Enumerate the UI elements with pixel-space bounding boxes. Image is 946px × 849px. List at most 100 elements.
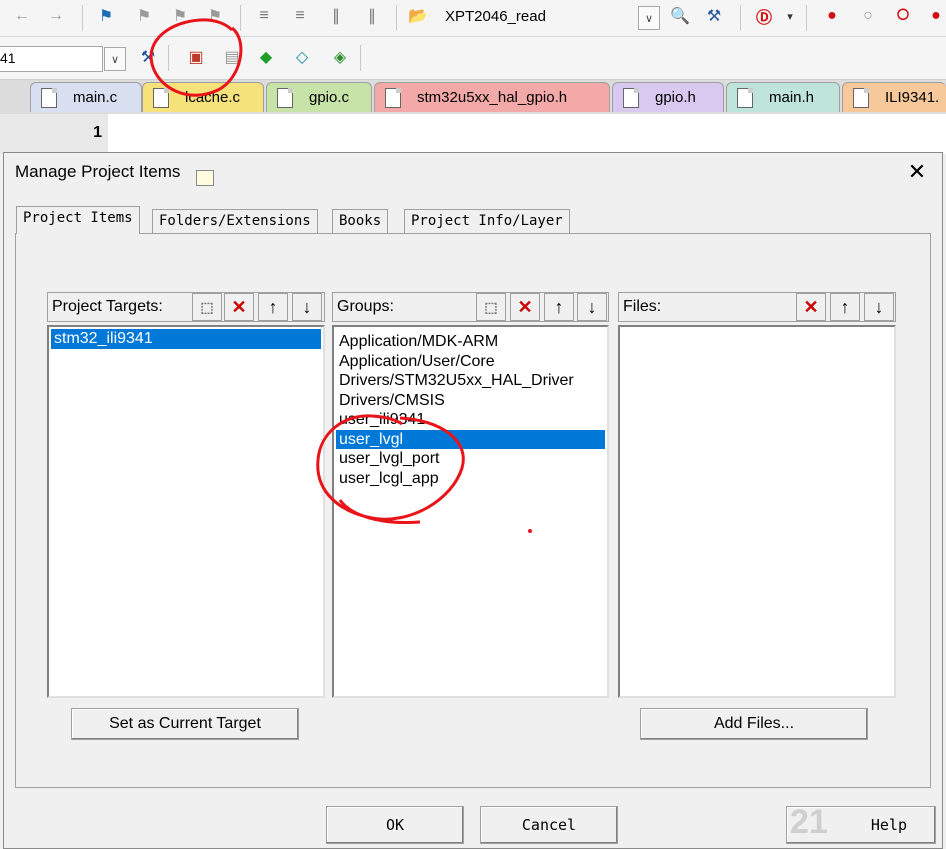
- manage-project-items-icon[interactable]: ▣: [186, 47, 206, 67]
- toolbar-separator: [360, 45, 361, 71]
- line-number-gutter: 1: [0, 114, 108, 154]
- file-tab-gpio-c[interactable]: gpio.c: [266, 82, 372, 112]
- forward-arrow-icon[interactable]: →: [46, 6, 66, 26]
- target-combo[interactable]: 41: [0, 46, 103, 72]
- file-icon: [277, 87, 293, 108]
- move-file-up-icon[interactable]: ↑: [830, 293, 860, 321]
- debug-dropdown-icon[interactable]: ▾: [780, 6, 800, 26]
- toolbar-separator: [82, 5, 83, 31]
- new-target-icon[interactable]: ⬚: [192, 293, 222, 321]
- delete-file-icon[interactable]: ✕: [796, 293, 826, 321]
- incremental-find-icon[interactable]: 🔍: [670, 6, 690, 26]
- back-arrow-icon[interactable]: ←: [12, 6, 32, 26]
- disable-breakpoint-icon[interactable]: ○: [858, 6, 878, 26]
- file-tab-stm32u5xx-hal-gpio-h[interactable]: stm32u5xx_hal_gpio.h: [374, 82, 610, 112]
- toolbar-separator: [806, 5, 807, 31]
- unindent-icon[interactable]: ≡: [290, 6, 310, 26]
- ok-button[interactable]: OK: [326, 806, 464, 844]
- file-tab-label: lcache.c: [185, 89, 241, 106]
- line-number: 1: [93, 124, 102, 141]
- move-file-down-icon[interactable]: ↓: [864, 293, 894, 321]
- project-combo[interactable]: XPT2046_read: [440, 5, 636, 29]
- target-options-icon[interactable]: ⚒: [138, 47, 158, 67]
- list-item[interactable]: user_lvgl: [336, 429, 605, 449]
- tab-folders-extensions[interactable]: Folders/Extensions: [152, 209, 318, 234]
- list-item[interactable]: Application/MDK-ARM: [336, 332, 605, 352]
- dialog-title: Manage Project Items: [15, 162, 181, 181]
- groups-list[interactable]: Application/MDK-ARM Application/User/Cor…: [332, 325, 609, 698]
- file-tab-main-h[interactable]: main.h: [726, 82, 840, 112]
- tab-books[interactable]: Books: [332, 209, 389, 234]
- toolbar-separator: [396, 5, 397, 31]
- find-symbol-icon[interactable]: ⚒: [704, 6, 724, 26]
- file-tab-main-c[interactable]: main.c: [30, 82, 142, 112]
- list-item[interactable]: Application/User/Core: [336, 352, 605, 372]
- file-tab-label: stm32u5xx_hal_gpio.h: [417, 89, 568, 106]
- bookmark-flag-icon[interactable]: ⚑: [96, 6, 116, 26]
- file-icon: [385, 87, 401, 108]
- file-tab-label: gpio.h: [655, 89, 696, 106]
- comment-icon[interactable]: ∥: [326, 6, 346, 26]
- list-item[interactable]: Drivers/STM32U5xx_HAL_Driver: [336, 371, 605, 391]
- cancel-button[interactable]: Cancel: [480, 806, 618, 844]
- project-combo-dropdown-icon[interactable]: ∨: [638, 6, 660, 30]
- file-tab-gpio-h[interactable]: gpio.h: [612, 82, 724, 112]
- file-icon: [153, 87, 169, 108]
- uncomment-icon[interactable]: ∥: [362, 6, 382, 26]
- toolbar-separator: [740, 5, 741, 31]
- kill-breakpoints-icon[interactable]: ●: [926, 6, 946, 26]
- select-packs-icon[interactable]: ▤: [222, 47, 242, 67]
- file-tab-lcache-c[interactable]: lcache.c: [142, 82, 264, 112]
- list-item[interactable]: stm32_ili9341: [51, 329, 321, 349]
- set-as-current-target-button[interactable]: Set as Current Target: [71, 708, 299, 740]
- delete-target-icon[interactable]: ✕: [224, 293, 254, 321]
- code-editor[interactable]: [0, 114, 946, 154]
- target-combo-value: 41: [0, 50, 16, 66]
- move-target-up-icon[interactable]: ↑: [258, 293, 288, 321]
- dialog-title-icon: [196, 170, 214, 186]
- manage-rte-icon[interactable]: ◆: [256, 47, 276, 67]
- targets-list[interactable]: stm32_ili9341: [47, 325, 325, 698]
- list-item[interactable]: user_ili9341: [336, 410, 605, 430]
- tab-label: Project Items: [23, 210, 133, 226]
- button-label: Help: [870, 816, 907, 834]
- file-tab-label: ILI9341.: [885, 89, 940, 106]
- file-tab-ili9341[interactable]: ILI9341.: [842, 82, 946, 112]
- toolbar-separator: [240, 5, 241, 31]
- debug-session-icon[interactable]: Ⓓ: [754, 6, 774, 27]
- project-combo-value: XPT2046_read: [445, 8, 546, 25]
- list-item[interactable]: Drivers/CMSIS: [336, 391, 605, 411]
- next-bookmark-icon[interactable]: ⚑: [170, 6, 190, 26]
- pack-installer-icon[interactable]: ◇: [292, 47, 312, 67]
- target-combo-dropdown-icon[interactable]: ∨: [104, 47, 126, 71]
- find-in-files-icon[interactable]: 📂: [408, 6, 428, 26]
- tab-project-info-layer[interactable]: Project Info/Layer: [404, 209, 570, 234]
- delete-group-icon[interactable]: ✕: [510, 293, 540, 321]
- tab-label: Project Info/Layer: [411, 213, 563, 229]
- list-item[interactable]: user_lvgl_port: [336, 449, 605, 469]
- move-group-down-icon[interactable]: ↓: [577, 293, 607, 321]
- prev-bookmark-icon[interactable]: ⚑: [134, 6, 154, 26]
- move-target-down-icon[interactable]: ↓: [292, 293, 322, 321]
- tab-label: Books: [339, 213, 382, 229]
- add-files-button[interactable]: Add Files...: [640, 708, 868, 740]
- disable-all-breakpoints-icon[interactable]: ⭘: [893, 6, 913, 26]
- files-list[interactable]: [618, 325, 896, 698]
- file-tab-label: main.c: [73, 89, 118, 106]
- button-label: Add Files...: [713, 715, 795, 732]
- watermark-logo: 21: [790, 803, 828, 841]
- move-group-up-icon[interactable]: ↑: [544, 293, 574, 321]
- file-icon: [853, 87, 869, 108]
- close-icon[interactable]: ✕: [905, 160, 929, 184]
- indent-icon[interactable]: ≡: [254, 6, 274, 26]
- clear-bookmarks-icon[interactable]: ⚑: [205, 6, 225, 26]
- tab-project-items[interactable]: Project Items: [16, 206, 140, 234]
- insert-breakpoint-icon[interactable]: ●: [822, 6, 842, 26]
- files-header-label: Files:: [623, 298, 662, 315]
- list-item[interactable]: user_lcgl_app: [336, 469, 605, 489]
- new-group-icon[interactable]: ⬚: [476, 293, 506, 321]
- file-icon: [737, 87, 753, 108]
- file-icon: [41, 87, 57, 108]
- file-icon: [623, 87, 639, 108]
- manage-components-icon[interactable]: ◈: [330, 47, 350, 67]
